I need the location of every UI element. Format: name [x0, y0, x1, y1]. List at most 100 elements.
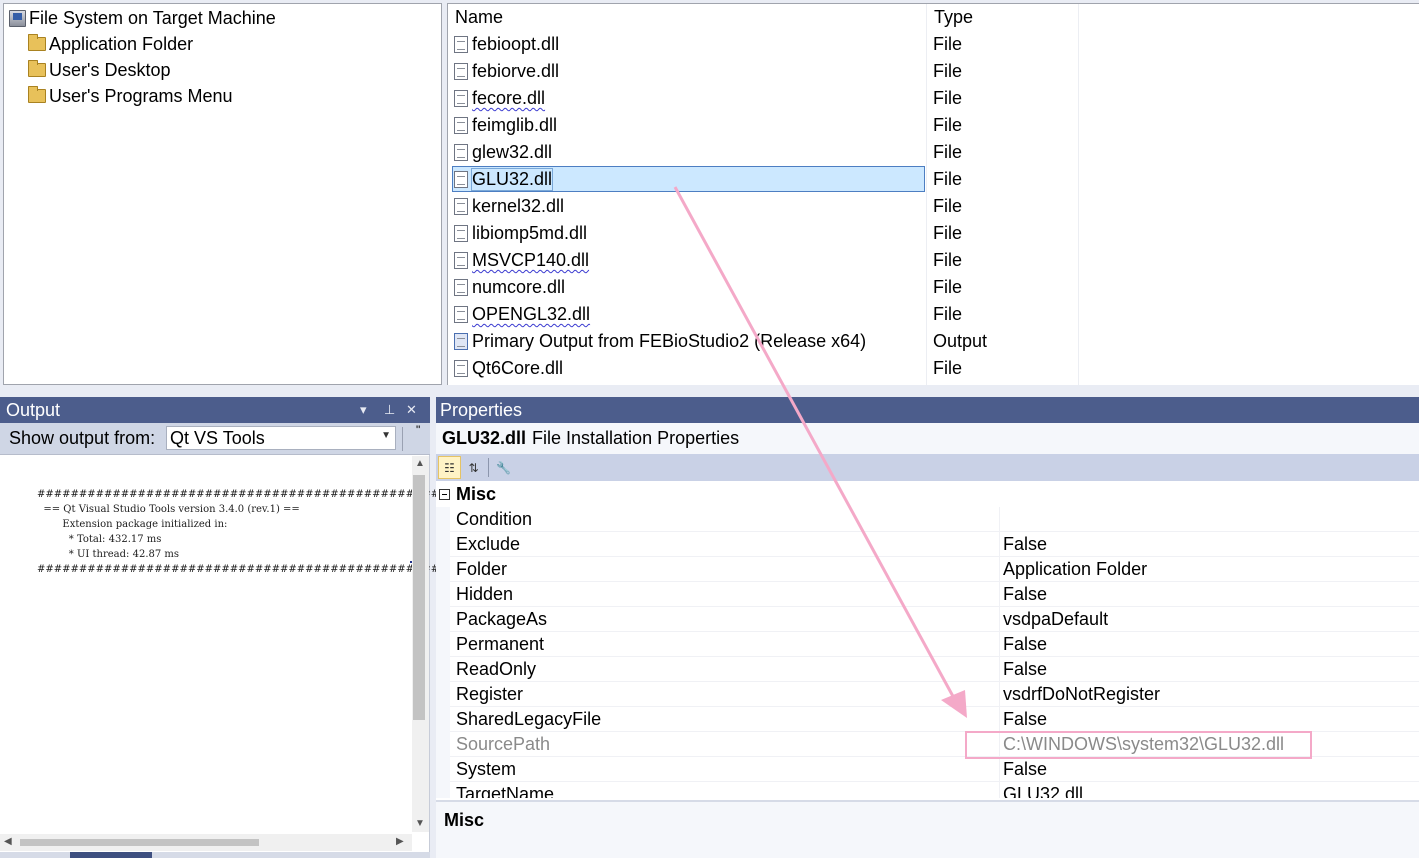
category-misc[interactable]: Misc [436, 482, 1419, 507]
pin-icon[interactable]: ⊥ [384, 397, 395, 423]
property-value[interactable]: vsdrfDoNotRegister [1003, 682, 1160, 707]
collapse-minus-icon[interactable] [439, 489, 450, 500]
file-type: File [933, 61, 963, 81]
file-row[interactable]: OPENGL32.dll [448, 301, 1079, 328]
file-row[interactable]: febioopt.dll [448, 31, 1079, 58]
property-value[interactable]: False [1003, 532, 1047, 557]
file-icon [454, 63, 468, 80]
property-column-separator [999, 682, 1000, 707]
property-row-exclude[interactable]: Exclude False [450, 532, 1419, 557]
property-column-separator [999, 757, 1000, 782]
file-name-text: feimglib.dll [472, 115, 558, 135]
tree-item-label: User's Programs Menu [49, 85, 233, 106]
property-value[interactable]: False [1003, 582, 1047, 607]
file-name-text: glew32.dll [472, 142, 553, 162]
tree-root[interactable]: File System on Target Machine [9, 5, 276, 31]
close-icon[interactable]: ✕ [406, 397, 417, 423]
chevron-down-icon: ▼ [381, 430, 391, 441]
file-icon [454, 306, 468, 323]
property-row-packageas[interactable]: PackageAs vsdpaDefault [450, 607, 1419, 632]
alphabetical-sort-icon[interactable]: ⇅ [462, 456, 485, 479]
property-value[interactable]: False [1003, 757, 1047, 782]
toolbar-separator [488, 458, 489, 477]
properties-object-name: GLU32.dll [442, 428, 527, 448]
property-value[interactable]: False [1003, 707, 1047, 732]
property-value[interactable]: Application Folder [1003, 557, 1147, 582]
output-vertical-scrollbar[interactable]: ▲ ▼ [412, 456, 429, 832]
output-horizontal-scrollbar[interactable]: ◀ ▶ [0, 834, 412, 851]
categorized-icon[interactable]: ☷ [438, 456, 461, 479]
file-name-text: OPENGL32.dll [472, 304, 591, 324]
file-type: File [933, 196, 963, 216]
file-name: GLU32.dll [470, 168, 554, 191]
file-row[interactable]: numcore.dll [448, 274, 1079, 301]
property-name: ReadOnly [456, 659, 537, 679]
file-type: File [933, 115, 963, 135]
output-toolbar: Show output from: Qt VS Tools ▼ " [0, 423, 430, 455]
scrollbar-thumb[interactable] [413, 475, 425, 720]
output-line: == Qt Visual Studio Tools version 3.4.0 … [37, 504, 300, 515]
property-name: PackageAs [456, 609, 548, 629]
property-row-register[interactable]: Register vsdrfDoNotRegister [450, 682, 1419, 707]
property-row-system[interactable]: System False [450, 757, 1419, 782]
property-row-targetname[interactable]: TargetName GLU32.dll [450, 782, 1419, 798]
output-text[interactable]: ########################################… [0, 456, 573, 826]
dropdown-arrow-icon[interactable]: ▾ [360, 397, 367, 423]
property-value[interactable]: vsdpaDefault [1003, 607, 1108, 632]
tree-item-users-programs-menu[interactable]: User's Programs Menu [28, 83, 233, 109]
tree-item-users-desktop[interactable]: User's Desktop [28, 57, 170, 83]
file-type: File [933, 142, 963, 162]
folder-icon [28, 34, 46, 51]
bottom-tab-active[interactable] [70, 852, 152, 858]
file-row[interactable]: libiomp5md.dll [448, 220, 1079, 247]
folder-icon [28, 60, 46, 77]
file-name: febiorve.dll [472, 61, 559, 82]
property-row-folder[interactable]: Folder Application Folder [450, 557, 1419, 582]
file-name-text: fecore.dll [472, 88, 546, 108]
column-header-name[interactable]: Name [455, 4, 503, 31]
property-name: Register [456, 684, 524, 704]
property-name: Exclude [456, 534, 521, 554]
file-row[interactable]: fecore.dll [448, 85, 1079, 112]
file-row[interactable]: feimglib.dll [448, 112, 1079, 139]
property-row-permanent[interactable]: Permanent False [450, 632, 1419, 657]
property-value[interactable]: False [1003, 657, 1047, 682]
scroll-right-icon[interactable]: ▶ [396, 836, 404, 847]
output-title: Output [6, 399, 61, 420]
toolbar-overflow-icon[interactable]: " [416, 423, 420, 437]
property-pages-wrench-icon[interactable]: 🔧 [492, 456, 515, 479]
property-row-sharedlegacyfile[interactable]: SharedLegacyFile False [450, 707, 1419, 732]
property-row-condition[interactable]: Condition [450, 507, 1419, 532]
scroll-up-icon[interactable]: ▲ [415, 458, 425, 469]
scroll-down-icon[interactable]: ▼ [415, 818, 425, 829]
properties-object-header: GLU32.dll File Installation Properties [436, 423, 1419, 454]
output-source-select[interactable]: Qt VS Tools ▼ [166, 426, 396, 450]
file-row[interactable]: Qt6Core.dll [448, 355, 1079, 382]
property-value[interactable]: GLU32.dll [1003, 782, 1083, 798]
property-row-hidden[interactable]: Hidden False [450, 582, 1419, 607]
tree-item-label: Application Folder [49, 33, 194, 54]
property-row-readonly[interactable]: ReadOnly False [450, 657, 1419, 682]
file-system-tree: File System on Target Machine Applicatio… [3, 3, 442, 385]
file-name-text: libiomp5md.dll [472, 223, 588, 243]
scroll-left-icon[interactable]: ◀ [4, 836, 12, 847]
property-name: Hidden [456, 584, 514, 604]
output-line: * Total: 432.17 ms [37, 534, 162, 545]
toolbar-separator [402, 427, 403, 451]
file-icon [454, 90, 468, 107]
file-name: OPENGL32.dll [472, 304, 590, 325]
file-row[interactable]: kernel32.dll [448, 193, 1079, 220]
column-header-type[interactable]: Type [934, 4, 973, 31]
file-icon [454, 252, 468, 269]
scrollbar-thumb[interactable] [20, 839, 259, 846]
tree-root-label: File System on Target Machine [29, 7, 276, 28]
file-row[interactable]: GLU32.dll [448, 166, 1079, 193]
file-row[interactable]: MSVCP140.dll [448, 247, 1079, 274]
file-row[interactable]: glew32.dll [448, 139, 1079, 166]
property-column-separator [999, 632, 1000, 657]
file-name: Primary Output from FEBioStudio2 (Releas… [472, 331, 866, 352]
property-value[interactable]: False [1003, 632, 1047, 657]
tree-item-application-folder[interactable]: Application Folder [28, 31, 193, 57]
file-row[interactable]: febiorve.dll [448, 58, 1079, 85]
property-column-separator [999, 607, 1000, 632]
